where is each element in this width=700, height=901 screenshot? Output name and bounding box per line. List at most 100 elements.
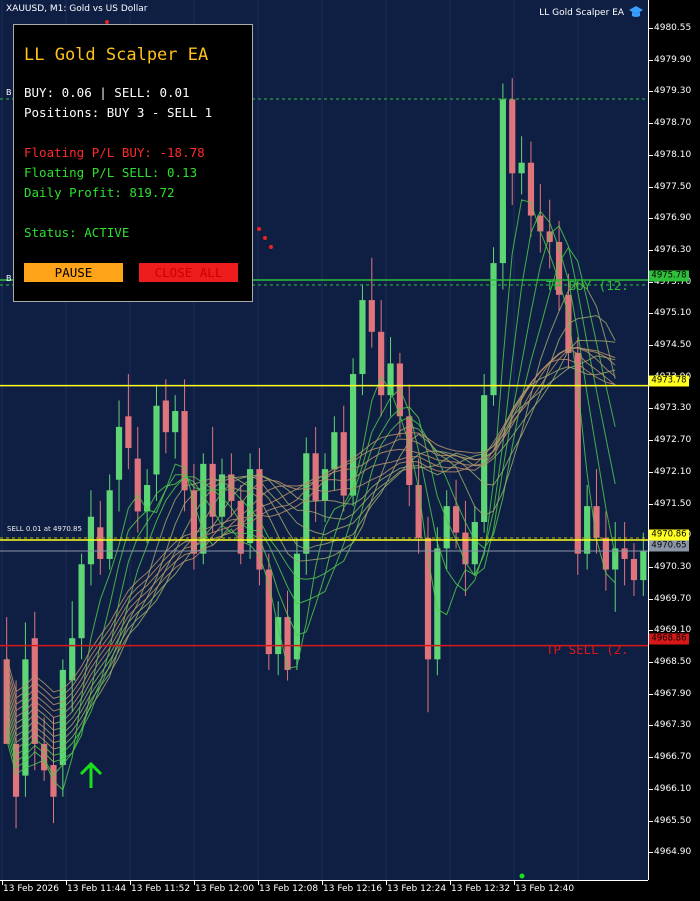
- candle-body: [612, 548, 619, 570]
- price-axis-label: 4978.10: [654, 149, 692, 160]
- sell-order-label: SELL 0.01 at 4970.85: [7, 525, 82, 533]
- time-axis-label: 13 Feb 12:16: [323, 884, 383, 894]
- buy-marker-label: B: [6, 88, 12, 97]
- time-axis-label: 13 Feb 12:24: [387, 884, 447, 894]
- candle-body: [415, 485, 422, 538]
- price-axis-label: 4968.50: [654, 657, 692, 667]
- candle-body: [69, 638, 76, 681]
- price-tick: [649, 59, 653, 61]
- close-all-button[interactable]: CLOSE ALL: [139, 263, 238, 282]
- price-tick: [649, 218, 653, 220]
- candle-body: [462, 532, 469, 565]
- symbol-title: XAUUSD, M1: Gold vs US Dollar: [6, 4, 148, 14]
- floating-pl-sell: Floating P/L SELL: 0.13: [24, 165, 198, 180]
- price-axis-label: 4975.10: [654, 308, 692, 319]
- price-axis-label: 4977.50: [654, 181, 692, 192]
- price-tick: [649, 123, 653, 125]
- price-tick: [649, 725, 653, 727]
- price-axis-label: 4971.50: [654, 498, 692, 509]
- entry-price-tag: 4970.86: [649, 529, 689, 541]
- moving-average-line: [6, 347, 616, 706]
- candle-body: [630, 558, 638, 581]
- price-axis-label: 4969.70: [654, 593, 692, 604]
- candle-body: [518, 162, 525, 174]
- tp-buy-price-tag: 4975.78: [649, 270, 689, 282]
- pause-button[interactable]: PAUSE: [24, 263, 123, 282]
- time-axis-label: 13 Feb 12:40: [515, 884, 575, 894]
- ea-name-label: LL Gold Scalper EA: [539, 8, 624, 18]
- candle-body: [509, 99, 516, 174]
- sell-signal-dot: [269, 245, 273, 249]
- ea-control-panel: LL Gold Scalper EA BUY: 0.06 | SELL: 0.0…: [13, 24, 253, 302]
- time-axis-label: 13 Feb 12:08: [259, 884, 319, 894]
- candle-body: [621, 548, 628, 559]
- candle-body: [172, 411, 179, 433]
- price-tick: [649, 630, 653, 632]
- price-axis-label: 4978.70: [654, 118, 692, 129]
- price-tick: [649, 693, 653, 695]
- price-tick: [649, 566, 653, 568]
- price-axis-label: 4979.90: [654, 54, 692, 65]
- time-axis-label: 13 Feb 11:44: [67, 884, 127, 894]
- price-tick: [649, 91, 653, 93]
- floating-pl-buy: Floating P/L BUY: -18.78: [24, 145, 205, 160]
- candle-body: [490, 263, 497, 396]
- price-tick: [649, 788, 653, 790]
- positions-summary: Positions: BUY 3 - SELL 1: [24, 105, 213, 120]
- tp-sell-label: TP SELL (2.: [546, 642, 629, 657]
- price-axis-label: 4979.30: [654, 86, 692, 97]
- moving-average-line: [6, 224, 616, 763]
- price-tick: [649, 345, 653, 346]
- price-axis-label: 4980.55: [654, 23, 692, 33]
- candle-body: [153, 405, 160, 475]
- time-axis-label: 13 Feb 12:00: [195, 884, 255, 894]
- candle-body: [284, 617, 291, 670]
- price-tick: [649, 281, 653, 283]
- price-tick: [649, 249, 653, 251]
- price-axis[interactable]: 4980.55 4979.90 4979.30 4978.70 4978.10 4977.…: [648, 0, 700, 880]
- candle-body: [134, 458, 141, 512]
- time-axis-label: 13 Feb 2026: [3, 884, 60, 894]
- price-axis-label: 4967.30: [654, 720, 692, 731]
- candle-body: [452, 506, 460, 533]
- candle-body: [368, 300, 375, 332]
- price-tick: [649, 852, 653, 854]
- time-axis[interactable]: 13 Feb 2026 13 Feb 11:44 13 Feb 11:52 13 Fe…: [0, 880, 648, 901]
- buy-signal-dot: [519, 873, 525, 879]
- price-tick: [649, 408, 653, 410]
- price-axis-label: 4972.70: [654, 435, 692, 446]
- price-axis-label: 4967.90: [654, 688, 692, 699]
- price-tick: [649, 471, 653, 473]
- sell-signal-dot: [263, 236, 267, 240]
- candle-body: [640, 551, 647, 581]
- sell-signal-dot: [257, 227, 261, 231]
- candle-body: [331, 432, 338, 470]
- candle-body: [303, 453, 310, 554]
- current-price-tag: 4970.65: [649, 540, 689, 552]
- candle-body: [434, 548, 441, 660]
- price-tick: [649, 598, 653, 600]
- candle-body: [443, 506, 450, 549]
- price-tick: [649, 662, 653, 663]
- graduation-cap-icon[interactable]: [628, 5, 644, 19]
- moving-average-line: [6, 347, 616, 693]
- candle-body: [265, 569, 272, 655]
- lots-summary: BUY: 0.06 | SELL: 0.01: [24, 85, 190, 100]
- price-axis-label: 4965.50: [654, 815, 692, 826]
- price-axis-label: 4972.10: [654, 466, 692, 477]
- price-axis-label: 4976.30: [654, 244, 692, 255]
- tp-buy-label: TP BUY (12.: [546, 278, 629, 293]
- price-axis-label: 4976.90: [654, 213, 692, 224]
- price-tick: [649, 313, 653, 315]
- candle-body: [471, 521, 478, 565]
- status-text: Status: ACTIVE: [24, 225, 130, 240]
- buy-marker-label: B: [6, 274, 12, 283]
- price-axis-label: 4973.30: [654, 403, 692, 414]
- price-axis-label: 4964.90: [654, 847, 692, 858]
- candle-body: [106, 490, 113, 559]
- price-tick: [649, 440, 653, 442]
- price-axis-label: 4966.70: [654, 752, 692, 763]
- yellow-line-price-tag: 4973.78: [649, 375, 689, 387]
- price-axis-label: 4974.50: [654, 340, 692, 350]
- chart-area[interactable]: XAUUSD, M1: Gold vs US Dollar LL Gold Sc…: [0, 0, 648, 880]
